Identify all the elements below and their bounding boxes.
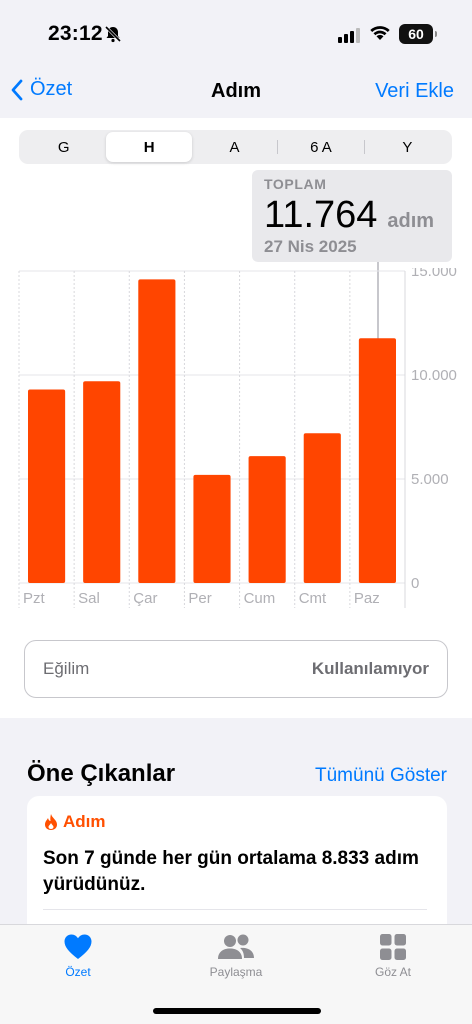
people-icon	[218, 934, 254, 959]
trend-row[interactable]: Eğilim Kullanılamıyor	[24, 640, 448, 698]
bar-cmt[interactable]	[303, 433, 341, 583]
grid-icon	[380, 934, 406, 960]
highlights-title: Öne Çıkanlar	[27, 760, 176, 787]
tab-sharing[interactable]: Paylaşma	[186, 933, 286, 979]
total-label: TOPLAM	[264, 176, 327, 192]
status-bar: 23:12 60	[0, 0, 472, 68]
y-tick-label: 15.000	[411, 268, 457, 280]
add-data-button[interactable]: Veri Ekle	[375, 80, 454, 103]
steps-bar-chart[interactable]: 15.000 10.000 5.000 0 Pzt Sal Çar Per Cum Cmt Paz	[0, 268, 472, 608]
bell-off-icon	[104, 25, 122, 48]
wifi-icon	[369, 24, 391, 47]
home-indicator	[153, 1008, 321, 1014]
x-tick-label: Per	[188, 590, 211, 607]
x-tick-label: Cmt	[299, 590, 327, 607]
heart-icon	[64, 934, 92, 959]
x-tick-label: Pzt	[23, 590, 46, 607]
tab-browse[interactable]: Göz At	[343, 933, 443, 979]
total-date: 27 Nis 2025	[264, 237, 357, 256]
highlight-tag: Adım	[63, 812, 106, 831]
bar-sal[interactable]	[83, 381, 121, 583]
total-tooltip: TOPLAM 11.764 adım 27 Nis 2025	[252, 170, 452, 262]
segment-six-months[interactable]: 6 A	[278, 132, 363, 162]
flame-icon	[45, 814, 57, 830]
segment-month[interactable]: A	[192, 132, 277, 162]
segment-week[interactable]: H	[106, 132, 192, 162]
bar-çar[interactable]	[138, 279, 176, 583]
highlights-header: Öne Çıkanlar Tümünü Göster	[27, 760, 447, 788]
x-tick-label: Çar	[133, 590, 157, 607]
tab-sharing-label: Paylaşma	[209, 965, 263, 979]
x-tick-label: Cum	[244, 590, 276, 607]
y-tick-label: 0	[411, 575, 419, 592]
y-tick-label: 10.000	[411, 367, 457, 384]
x-tick-label: Sal	[78, 590, 100, 607]
segment-year[interactable]: Y	[365, 132, 450, 162]
total-value: 11.764	[264, 194, 378, 236]
x-tick-label: Paz	[354, 590, 380, 607]
chart-section: G H A 6 A Y TOPLAM 11.764 adım 27 Nis 20…	[0, 118, 472, 718]
tab-browse-label: Göz At	[374, 965, 412, 979]
bar-paz[interactable]	[358, 338, 396, 583]
signal-icon	[338, 27, 362, 48]
card-divider	[43, 909, 427, 910]
period-selector: G H A 6 A Y	[19, 130, 452, 164]
bar-cum[interactable]	[248, 456, 286, 583]
show-all-link[interactable]: Tümünü Göster	[315, 765, 447, 787]
battery-indicator: 60	[399, 24, 437, 44]
navigation-bar: Özet Adım Veri Ekle	[0, 68, 472, 118]
status-time: 23:12	[48, 22, 103, 45]
trend-value: Kullanılamıyor	[311, 659, 429, 678]
highlight-text: Son 7 günde her gün ortalama 8.833 adım …	[43, 848, 419, 895]
segment-day[interactable]: G	[21, 132, 106, 162]
y-tick-label: 5.000	[411, 471, 449, 488]
bar-pzt[interactable]	[28, 389, 66, 583]
tab-summary[interactable]: Özet	[28, 933, 128, 979]
trend-label: Eğilim	[43, 659, 90, 678]
tab-summary-label: Özet	[65, 965, 91, 979]
bar-per[interactable]	[193, 474, 231, 583]
total-unit: adım	[387, 210, 435, 232]
